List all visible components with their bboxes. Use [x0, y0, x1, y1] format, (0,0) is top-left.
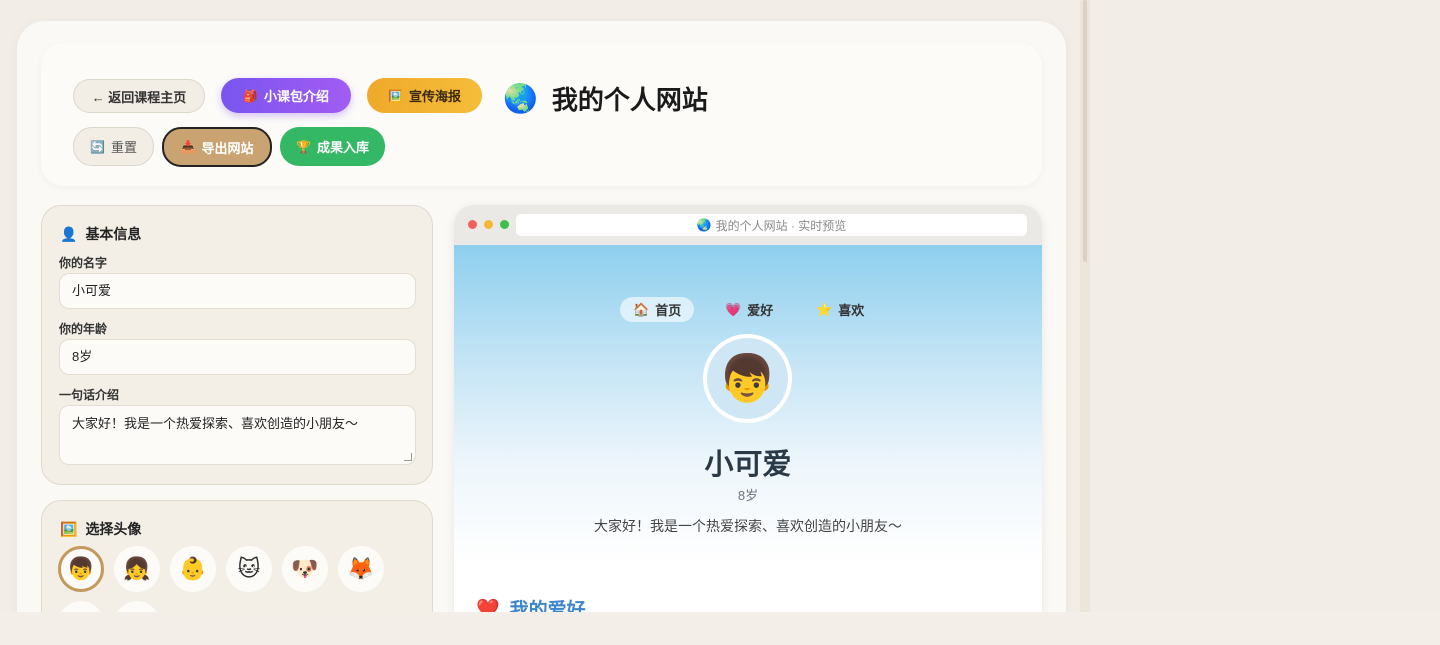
site-preview: 🌏 我的个人网站 · 实时预览 🏠 首页 💗 爱好 ⭐ 喜欢 👦 小可爱 8岁 …	[454, 205, 1042, 612]
heart-icon: ❤️	[476, 598, 500, 613]
page-viewport: ← 返回课程主页 🎒 小课包介绍 🖼️ 宣传海报 🌏 我的个人网站 🔄 重置 📥…	[0, 0, 1440, 612]
avatar-option[interactable]	[114, 601, 160, 612]
minimize-dot-icon	[484, 220, 493, 229]
avatar-option[interactable]: 🐱	[226, 546, 272, 592]
avatar-option[interactable]: 👧	[114, 546, 160, 592]
avatar-option[interactable]	[58, 601, 104, 612]
maximize-dot-icon	[500, 220, 509, 229]
save-button-label: 成果入库	[316, 140, 369, 155]
download-icon: 📥	[180, 140, 196, 154]
course-intro-button[interactable]: 🎒 小课包介绍	[221, 78, 351, 113]
preview-nav-home[interactable]: 🏠 首页	[620, 297, 695, 322]
app-container: ← 返回课程主页 🎒 小课包介绍 🖼️ 宣传海报 🌏 我的个人网站 🔄 重置 📥…	[17, 21, 1066, 612]
preview-bio: 大家好！我是一个热爱探索、喜欢创造的小朋友～	[594, 518, 902, 534]
save-result-button[interactable]: 🏆 成果入库	[280, 127, 385, 166]
globe-icon: 🌏	[696, 218, 712, 232]
resize-handle-icon[interactable]	[404, 453, 412, 461]
preview-name: 小可爱	[704, 449, 792, 481]
refresh-icon: 🔄	[90, 139, 105, 154]
trophy-icon: 🏆	[296, 139, 311, 154]
nav-label: 爱好	[747, 303, 774, 318]
globe-icon: 🌏	[503, 83, 538, 114]
scrollbar-thumb[interactable]	[1083, 0, 1087, 262]
address-text: 我的个人网站 · 实时预览	[715, 218, 847, 233]
star-icon: ⭐	[816, 301, 833, 317]
avatar-picker-panel: 🖼️ 选择头像 👦 👧 👶 🐱 🐶 🦊	[41, 500, 433, 612]
browser-chrome: 🌏 我的个人网站 · 实时预览	[454, 205, 1042, 245]
basic-info-title: 👤 基本信息	[60, 224, 141, 244]
gift-icon: 🎒	[243, 88, 258, 103]
export-button-label: 导出网站	[201, 140, 254, 156]
avatar-option[interactable]: 👶	[170, 546, 216, 592]
preview-age: 8岁	[737, 488, 759, 503]
avatar-option[interactable]: 🐶	[282, 546, 328, 592]
page-title: 🌏 我的个人网站	[503, 80, 708, 117]
reset-button[interactable]: 🔄 重置	[73, 127, 154, 166]
nav-label: 首页	[655, 303, 682, 318]
picture-icon: 🖼️	[388, 88, 403, 103]
avatar-option[interactable]: 👦	[58, 546, 104, 592]
reset-button-label: 重置	[110, 140, 137, 155]
person-icon: 👤	[60, 225, 78, 242]
preview-nav-likes[interactable]: ⭐ 喜欢	[803, 297, 877, 322]
bottom-strip	[0, 612, 1440, 645]
avatar-option[interactable]: 🦊	[338, 546, 384, 592]
basic-info-panel: 👤 基本信息 你的名字 小可爱 你的年龄 8岁 一句话介绍 大家好！我是一个热爱…	[41, 205, 433, 485]
bio-textarea[interactable]: 大家好！我是一个热爱探索、喜欢创造的小朋友～	[59, 405, 416, 465]
basic-info-title-text: 基本信息	[85, 226, 142, 242]
toolbar-header: ← 返回课程主页 🎒 小课包介绍 🖼️ 宣传海报 🌏 我的个人网站 🔄 重置 📥…	[41, 43, 1042, 186]
back-to-course-button[interactable]: ← 返回课程主页	[73, 79, 205, 113]
name-field[interactable]: 小可爱	[59, 273, 416, 309]
poster-button-label: 宣传海报	[408, 89, 461, 104]
avatar-picker-title: 🖼️ 选择头像	[60, 519, 141, 539]
intro-button-label: 小课包介绍	[263, 89, 329, 104]
poster-button[interactable]: 🖼️ 宣传海报	[367, 78, 482, 113]
section-title: 我的爱好	[509, 600, 586, 612]
picture-icon: 🖼️	[60, 520, 78, 537]
heart-icon: 💗	[725, 301, 742, 317]
bio-text: 大家好！我是一个热爱探索、喜欢创造的小朋友～	[72, 416, 359, 431]
name-label: 你的名字	[59, 256, 108, 270]
export-site-button[interactable]: 📥 导出网站	[162, 127, 272, 167]
nav-label: 喜欢	[838, 303, 865, 318]
avatar-picker-title-text: 选择头像	[85, 521, 142, 537]
preview-section-hobbies: ❤️ 我的爱好	[476, 595, 586, 613]
page-scrollbar[interactable]	[1080, 0, 1090, 612]
preview-nav-hobbies[interactable]: 💗 爱好	[712, 297, 786, 322]
address-bar: 🌏 我的个人网站 · 实时预览	[516, 214, 1027, 236]
age-label: 你的年龄	[59, 322, 108, 336]
preview-avatar: 👦	[703, 334, 792, 423]
bio-label: 一句话介绍	[59, 388, 120, 402]
age-field[interactable]: 8岁	[59, 339, 416, 375]
page-title-text: 我的个人网站	[551, 86, 708, 116]
home-icon: 🏠	[633, 301, 650, 317]
close-dot-icon	[468, 220, 477, 229]
preview-body: 🏠 首页 💗 爱好 ⭐ 喜欢 👦 小可爱 8岁 大家好！我是一个热爱探索、喜欢创…	[454, 245, 1042, 612]
back-button-label: ← 返回课程主页	[91, 89, 187, 105]
